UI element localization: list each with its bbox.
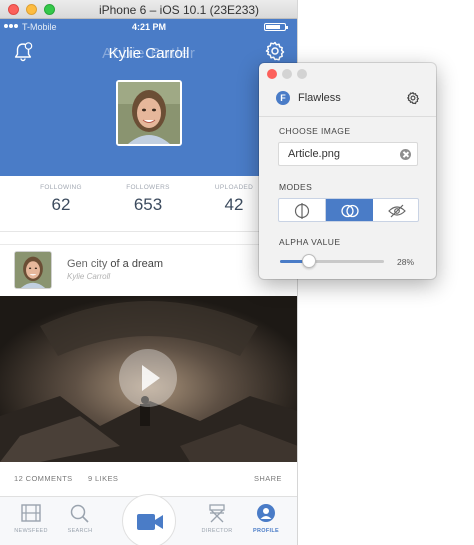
profile-avatar[interactable]	[116, 80, 182, 146]
video-player[interactable]	[0, 296, 297, 462]
choose-image-label: CHOOSE IMAGE	[279, 126, 351, 136]
search-icon	[70, 504, 89, 523]
stat-label: FOLLOWERS	[126, 184, 170, 191]
window-close-button[interactable]	[8, 4, 19, 15]
stat-value: 653	[133, 195, 163, 214]
simulator-window: iPhone 6 – iOS 10.1 (23E233) T-Mobile 4:…	[0, 0, 298, 545]
panel-titlebar	[259, 63, 436, 83]
alpha-slider-track[interactable]	[280, 260, 384, 263]
post-author-name: Kylie Carroll	[67, 272, 111, 281]
tab-profile[interactable]: PROFILE	[241, 501, 291, 534]
profile-stats: FOLLOWING 62 FOLLOWERS 653 UPLOADED 42	[0, 176, 297, 232]
flawless-logo-icon: F	[276, 91, 290, 105]
post-title-text: of a dream	[110, 258, 164, 270]
mode-split-button[interactable]	[279, 199, 326, 221]
panel-close-button[interactable]	[267, 69, 277, 79]
tab-newsfeed[interactable]: NEWSFEED	[6, 501, 56, 534]
share-button[interactable]: SHARE	[254, 474, 282, 483]
alpha-value-label: ALPHA VALUE	[279, 237, 341, 247]
hidden-mode-icon	[388, 204, 406, 218]
stat-followers[interactable]: FOLLOWERS 653	[103, 184, 193, 215]
split-mode-icon	[294, 203, 310, 219]
profile-header: T-Mobile 4:21 PM Abbie Butler Kylie Carr…	[0, 19, 297, 176]
comments-count[interactable]: 12 COMMENTS	[14, 474, 73, 483]
panel-app-name: Flawless	[298, 92, 341, 104]
stat-following[interactable]: FOLLOWING 62	[16, 184, 106, 215]
overlay-mode-icon	[341, 204, 359, 218]
status-time: 4:21 PM	[131, 22, 166, 32]
simulator-title: iPhone 6 – iOS 10.1 (23E233)	[98, 3, 260, 17]
tab-label: SEARCH	[67, 528, 93, 534]
tab-label: NEWSFEED	[14, 528, 48, 534]
play-button[interactable]	[119, 349, 177, 407]
tab-label: PROFILE	[253, 528, 279, 534]
modes-segmented-control	[278, 198, 419, 222]
post-title-prefix: Gen city	[67, 258, 108, 270]
film-icon	[21, 504, 41, 522]
post-meta-bar: 12 COMMENTS 9 LIKES SHARE	[0, 462, 297, 492]
mode-hidden-button[interactable]	[373, 199, 418, 221]
image-path-value: Article.png	[288, 148, 340, 160]
post-header[interactable]: Gen city of a dream Kylie Carroll	[0, 244, 297, 294]
screen: iPhone 6 – iOS 10.1 (23E233) T-Mobile 4:…	[0, 0, 474, 545]
panel-header: F Flawless	[259, 83, 436, 117]
profile-name: Kylie Carroll	[108, 45, 190, 62]
record-video-button[interactable]	[122, 494, 176, 545]
tab-director[interactable]: DIRECTOR	[192, 501, 242, 534]
clear-image-icon[interactable]	[400, 149, 411, 160]
settings-gear-icon[interactable]	[264, 40, 286, 62]
alpha-percent: 28%	[397, 257, 415, 267]
alpha-slider-knob[interactable]	[302, 254, 317, 268]
status-bar: T-Mobile 4:21 PM	[0, 21, 297, 33]
simulator-titlebar: iPhone 6 – iOS 10.1 (23E233)	[0, 0, 297, 19]
tab-label: DIRECTOR	[201, 528, 233, 534]
post-title: Gen city of a dream	[67, 258, 163, 270]
stat-label: FOLLOWING	[40, 184, 82, 191]
video-camera-icon	[137, 514, 163, 530]
panel-zoom-button[interactable]	[297, 69, 307, 79]
battery-icon	[264, 23, 288, 31]
panel-settings-gear-icon[interactable]	[406, 91, 420, 105]
profile-icon	[257, 504, 275, 522]
tab-search[interactable]: SEARCH	[55, 501, 105, 534]
director-chair-icon	[209, 504, 225, 523]
stat-value: 62	[51, 195, 71, 214]
modes-label: MODES	[279, 182, 313, 192]
mode-overlay-button[interactable]	[326, 199, 373, 221]
post-author-avatar[interactable]	[14, 251, 52, 289]
likes-count[interactable]: 9 LIKES	[88, 474, 118, 483]
image-path-field[interactable]: Article.png	[278, 142, 418, 166]
window-zoom-button[interactable]	[44, 4, 55, 15]
flawless-panel: F Flawless CHOOSE IMAGE Article.png MODE…	[259, 63, 436, 279]
panel-minimize-button[interactable]	[282, 69, 292, 79]
window-minimize-button[interactable]	[26, 4, 37, 15]
